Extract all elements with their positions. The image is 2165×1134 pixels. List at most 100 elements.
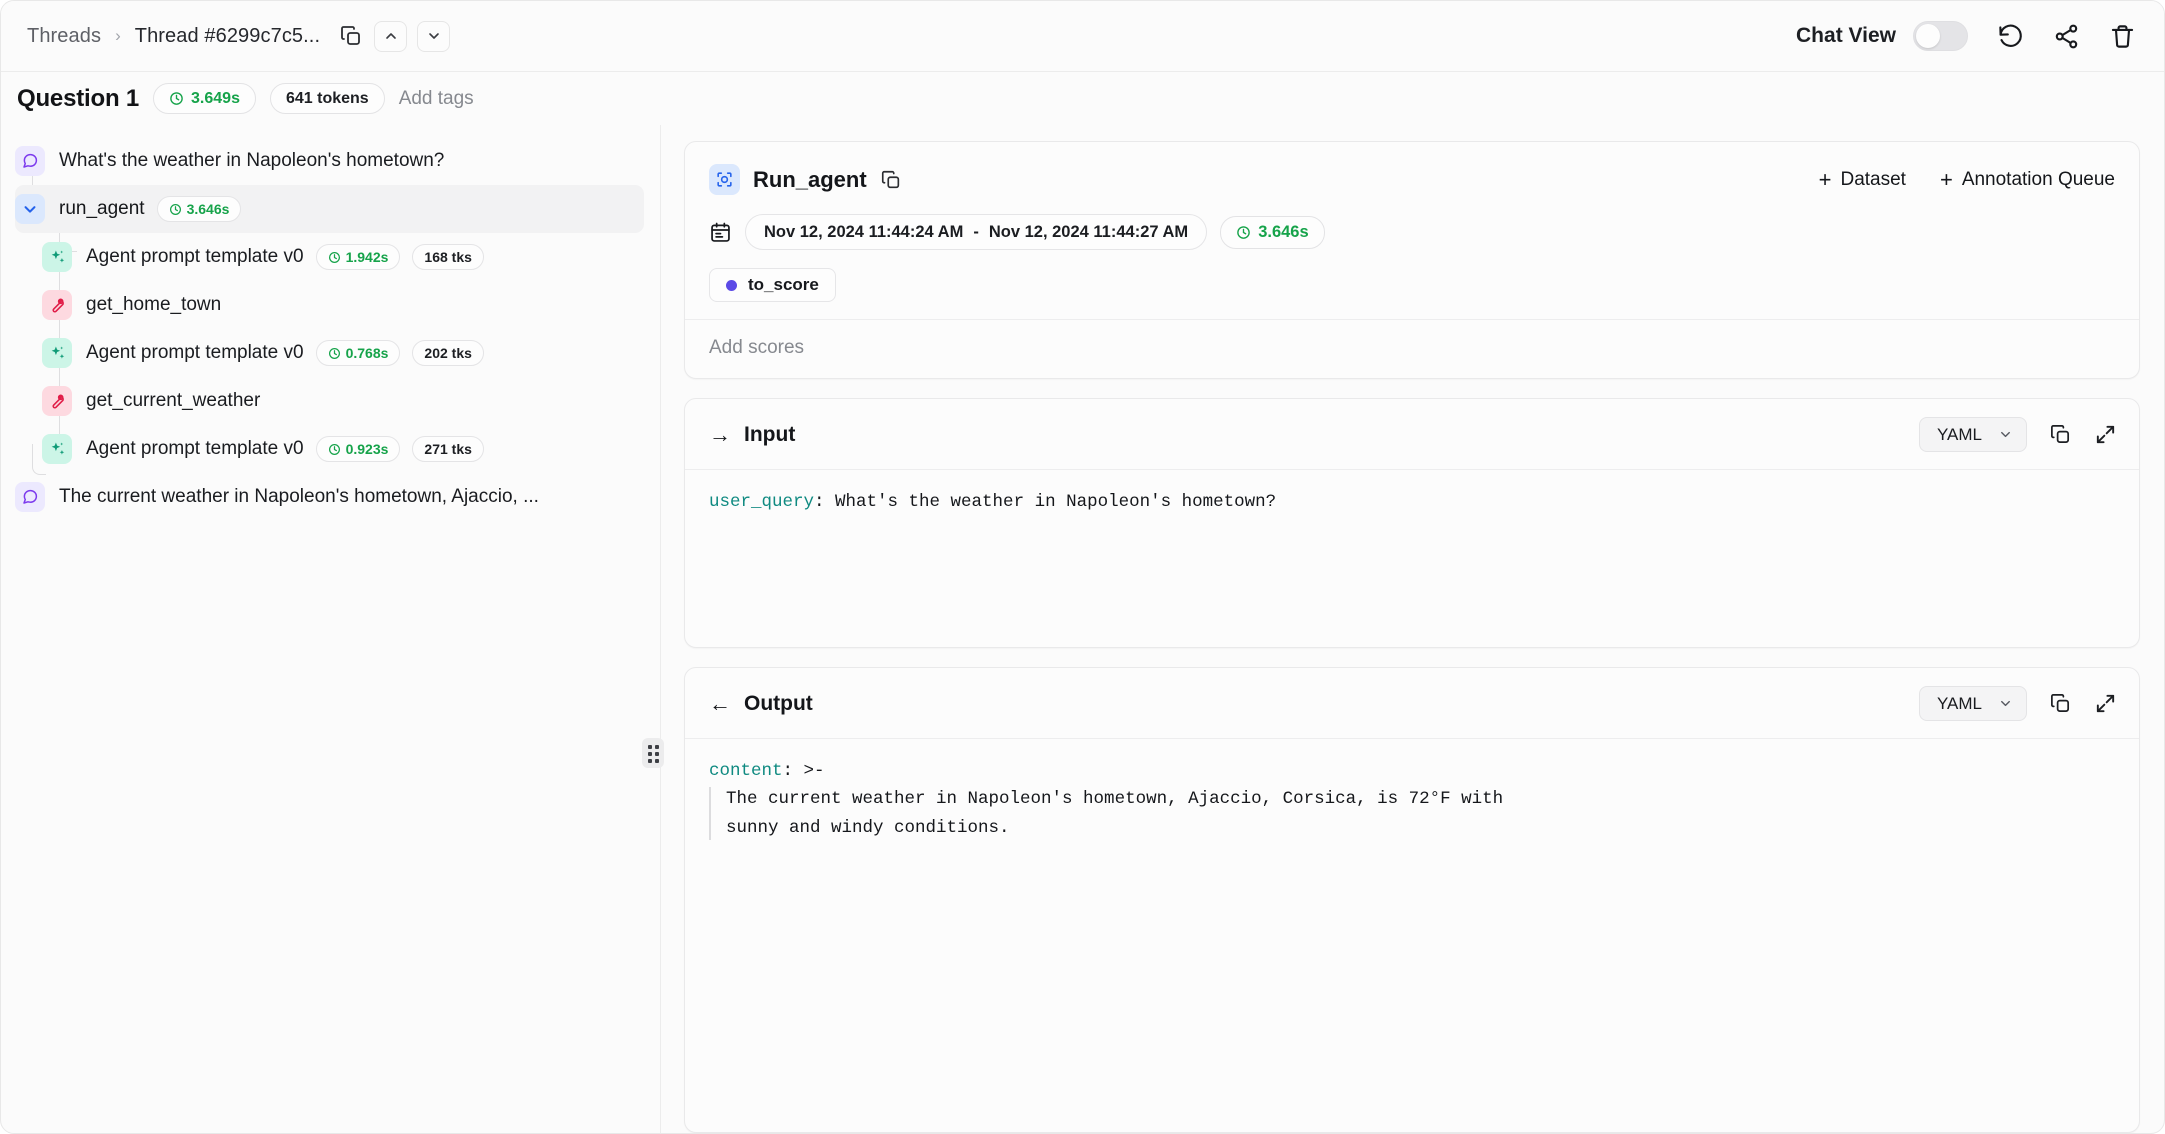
run-end-time: Nov 12, 2024 11:44:27 AM <box>989 223 1188 242</box>
run-start-time: Nov 12, 2024 11:44:24 AM <box>764 223 963 242</box>
plus-icon: + <box>1819 169 1832 191</box>
tree-node-5[interactable]: get_current_weather <box>42 377 656 425</box>
input-card-actions: YAML <box>1919 417 2117 452</box>
question-header-row: Question 1 3.649s 641 tokens Add tags <box>1 72 2164 125</box>
trace-tree-rows: What's the weather in Napoleon's hometow… <box>1 137 656 521</box>
prev-thread-button[interactable] <box>374 21 407 52</box>
tree-node-1[interactable]: run_agent 3.646s <box>15 185 644 233</box>
wrench-icon <box>42 290 72 320</box>
breadcrumb-threads[interactable]: Threads <box>27 25 101 48</box>
chat-bubble-icon <box>15 146 45 176</box>
top-bar: Threads › Thread #6299c7c5... Chat View <box>1 1 2164 72</box>
run-meta-row: Nov 12, 2024 11:44:24 AM - Nov 12, 2024 … <box>709 214 2115 250</box>
output-card-actions: YAML <box>1919 686 2117 721</box>
tree-node-tokens-badge: 202 tks <box>412 340 483 366</box>
trace-tree: What's the weather in Napoleon's hometow… <box>1 125 656 1133</box>
tree-node-7[interactable]: The current weather in Napoleon's hometo… <box>15 473 656 521</box>
add-tags-button[interactable]: Add tags <box>399 88 474 110</box>
add-to-dataset-label: Dataset <box>1840 169 1905 191</box>
trash-icon[interactable] <box>2108 22 2136 50</box>
tree-node-0[interactable]: What's the weather in Napoleon's hometow… <box>15 137 656 185</box>
run-header-actions: + Dataset + Annotation Queue <box>1819 169 2115 191</box>
arrow-right-icon: → <box>709 424 731 446</box>
run-timerange: Nov 12, 2024 11:44:24 AM - Nov 12, 2024 … <box>745 214 1207 250</box>
tree-node-duration-badge: 0.923s <box>316 436 401 462</box>
tree-node-duration-value: 0.768s <box>346 345 389 361</box>
run-title-row: Run_agent + Dataset <box>709 164 2115 195</box>
tree-node-label: Agent prompt template v0 <box>86 438 304 460</box>
add-to-annotation-queue-button[interactable]: + Annotation Queue <box>1940 169 2115 191</box>
time-range-separator: - <box>973 223 979 242</box>
output-yaml-key: content <box>709 761 783 781</box>
refresh-icon[interactable] <box>1996 22 2024 50</box>
chevron-down-icon[interactable] <box>15 194 45 224</box>
main-body: What's the weather in Napoleon's hometow… <box>1 125 2164 1133</box>
top-bar-actions: Chat View <box>1796 21 2136 51</box>
arrow-left-icon: ← <box>709 693 731 715</box>
output-card: ← Output YAML <box>684 667 2140 1133</box>
tree-node-tokens-badge: 271 tks <box>412 436 483 462</box>
output-scalar-marker: : >- <box>783 761 825 781</box>
output-card-header: ← Output YAML <box>685 668 2139 739</box>
page-title: Question 1 <box>17 85 139 113</box>
tree-node-2[interactable]: Agent prompt template v0 1.942s 168 tks <box>42 233 656 281</box>
input-format-value: YAML <box>1937 425 1982 445</box>
sparkles-icon <box>42 434 72 464</box>
splitter-line <box>660 125 661 1133</box>
tree-node-duration-badge: 0.768s <box>316 340 401 366</box>
tree-node-label: run_agent <box>59 198 145 220</box>
copy-input-icon[interactable] <box>2049 423 2072 446</box>
tree-node-label: What's the weather in Napoleon's hometow… <box>59 150 444 172</box>
input-yaml-value: : What's the weather in Napoleon's homet… <box>814 492 1276 512</box>
copy-run-name-icon[interactable] <box>880 169 902 191</box>
output-format-value: YAML <box>1937 694 1982 714</box>
add-to-annotation-queue-label: Annotation Queue <box>1962 169 2115 191</box>
tree-node-tokens-badge: 168 tks <box>412 244 483 270</box>
tree-node-label: Agent prompt template v0 <box>86 246 304 268</box>
expand-output-icon[interactable] <box>2094 692 2117 715</box>
add-to-dataset-button[interactable]: + Dataset <box>1819 169 1906 191</box>
workflow-icon <box>709 164 740 195</box>
input-title: Input <box>744 423 795 447</box>
breadcrumb-current-thread[interactable]: Thread #6299c7c5... <box>135 25 320 48</box>
chevron-down-icon <box>1998 696 2013 711</box>
input-format-select[interactable]: YAML <box>1919 417 2027 452</box>
app-window: Threads › Thread #6299c7c5... Chat View <box>0 0 2165 1134</box>
input-card: → Input YAML <box>684 398 2140 648</box>
status-badge[interactable]: to_score <box>709 268 836 302</box>
tree-node-6[interactable]: Agent prompt template v0 0.923s 271 tks <box>42 425 656 473</box>
breadcrumb-separator: › <box>115 26 121 46</box>
input-yaml-key: user_query <box>709 492 814 512</box>
copy-thread-id-icon[interactable] <box>338 23 364 49</box>
run-summary-head: Run_agent + Dataset <box>685 142 2139 319</box>
tree-node-4[interactable]: Agent prompt template v0 0.768s 202 tks <box>42 329 656 377</box>
panel-resize-grip[interactable] <box>642 738 664 768</box>
status-dot-icon <box>726 280 737 291</box>
tree-node-duration-badge: 1.942s <box>316 244 401 270</box>
panel-splitter[interactable] <box>646 125 649 1133</box>
share-icon[interactable] <box>2052 22 2080 50</box>
question-tokens-badge: 641 tokens <box>270 83 385 114</box>
clock-icon <box>169 91 184 106</box>
copy-output-icon[interactable] <box>2049 692 2072 715</box>
expand-input-icon[interactable] <box>2094 423 2117 446</box>
add-scores-button[interactable]: Add scores <box>685 319 2139 378</box>
sparkles-icon <box>42 338 72 368</box>
chat-bubble-icon <box>15 482 45 512</box>
output-format-select[interactable]: YAML <box>1919 686 2027 721</box>
output-code-block: content: >-The current weather in Napole… <box>685 739 2139 866</box>
next-thread-button[interactable] <box>417 21 450 52</box>
output-title: Output <box>744 692 813 716</box>
tree-node-duration-badge: 3.646s <box>157 196 242 222</box>
toggle-knob <box>1916 24 1940 48</box>
clock-icon <box>1236 225 1251 240</box>
output-body-line: sunny and windy conditions. <box>726 814 2115 842</box>
chat-view-toggle[interactable] <box>1913 21 1968 51</box>
tree-node-label: Agent prompt template v0 <box>86 342 304 364</box>
input-card-header: → Input YAML <box>685 399 2139 470</box>
tree-node-duration-value: 1.942s <box>346 249 389 265</box>
tree-node-label: get_current_weather <box>86 390 260 412</box>
tree-node-label: get_home_town <box>86 294 221 316</box>
run-duration-value: 3.646s <box>1258 223 1308 242</box>
tree-node-3[interactable]: get_home_town <box>42 281 656 329</box>
